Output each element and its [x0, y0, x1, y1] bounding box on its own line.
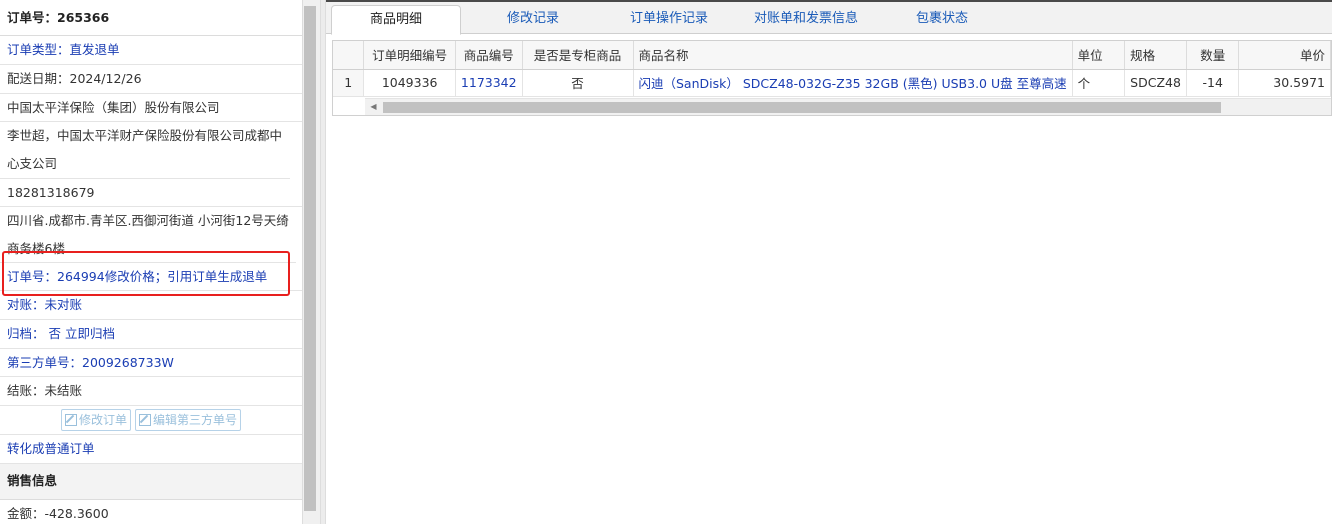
order-number-title: 订单号：265366 — [0, 0, 302, 36]
tab-statement-invoice[interactable]: 对账单和发票信息 — [736, 5, 876, 35]
settle-status: 结账：未结账 — [0, 377, 302, 406]
cell-unit-price: 30.5971 — [1238, 69, 1331, 97]
horizontal-scrollbar[interactable]: ◀ — [365, 98, 1331, 115]
convert-to-normal-order-link[interactable]: 转化成普通订单 — [0, 435, 302, 464]
edit-icon — [138, 414, 151, 426]
table-row[interactable]: 1 1049336 1173342 否 闪迪（SanDisk） SDCZ48-0… — [333, 69, 1331, 97]
cell-quantity: -14 — [1186, 69, 1240, 97]
column-header-detail-id[interactable]: 订单明细编号 — [363, 41, 456, 70]
column-header-spec[interactable]: 规格 — [1124, 41, 1187, 70]
third-party-order-number: 第三方单号：2009268733W — [0, 349, 302, 377]
scroll-left-icon[interactable]: ◀ — [365, 99, 382, 115]
detail-panel: 商品明细 修改记录 订单操作记录 对账单和发票信息 包裹状态 订单明细编号 商品… — [326, 0, 1332, 524]
tab-bar: 商品明细 修改记录 订单操作记录 对账单和发票信息 包裹状态 — [326, 2, 1332, 35]
edit-icon — [64, 414, 77, 426]
reference-order-note: 订单号：264994修改价格；引用订单生成退单 — [0, 263, 302, 291]
column-header-rownum — [333, 41, 365, 70]
cell-product-name-link[interactable]: 闪迪（SanDisk） SDCZ48-032G-Z35 32GB (黑色) US… — [633, 69, 1073, 97]
tab-order-operation-log[interactable]: 订单操作记录 — [604, 5, 734, 35]
column-header-unit-price[interactable]: 单价 — [1238, 41, 1331, 70]
column-header-product-name[interactable]: 商品名称 — [633, 41, 1073, 70]
archive-status[interactable]: 归档： 否 立即归档 — [0, 320, 302, 349]
column-header-quantity[interactable]: 数量 — [1186, 41, 1240, 70]
row-number: 1 — [333, 69, 365, 97]
phone-number: 18281318679 — [0, 179, 302, 207]
product-table: 订单明细编号 商品编号 是否是专柜商品 商品名称 单位 规格 数量 单价 1 1… — [333, 41, 1331, 97]
left-panel-scroll-thumb[interactable] — [304, 6, 316, 511]
delivery-date: 配送日期：2024/12/26 — [0, 65, 302, 94]
cell-counter-product: 否 — [522, 69, 634, 97]
horizontal-scroll-thumb[interactable] — [383, 102, 1221, 113]
contact-info: 李世超，中国太平洋财产保险股份有限公司成都中心支公司 — [0, 122, 290, 179]
product-grid: 订单明细编号 商品编号 是否是专柜商品 商品名称 单位 规格 数量 单价 1 1… — [332, 40, 1332, 116]
column-header-product-id[interactable]: 商品编号 — [455, 41, 523, 70]
edit-third-party-button[interactable]: 编辑第三方单号 — [134, 409, 241, 431]
delivery-address: 四川省.成都市.青羊区.西御河街道 小河街12号天绮商务楼6楼 — [0, 207, 296, 263]
edit-order-button[interactable]: 修改订单 — [60, 409, 131, 431]
order-info-panel: 订单号：265366 订单类型：直发退单 配送日期：2024/12/26 中国太… — [0, 0, 302, 524]
tab-modification-log[interactable]: 修改记录 — [468, 5, 598, 35]
tab-package-status[interactable]: 包裹状态 — [882, 5, 1002, 35]
order-type: 订单类型：直发退单 — [0, 36, 302, 65]
cell-detail-id: 1049336 — [363, 69, 456, 97]
column-header-unit[interactable]: 单位 — [1072, 41, 1126, 70]
table-header-row: 订单明细编号 商品编号 是否是专柜商品 商品名称 单位 规格 数量 单价 — [333, 41, 1331, 70]
cell-spec: SDCZ48 — [1124, 69, 1187, 97]
sales-amount: 金额：-428.3600 — [0, 500, 302, 524]
company-name: 中国太平洋保险（集团）股份有限公司 — [0, 94, 302, 122]
reconcile-status[interactable]: 对账：未对账 — [0, 291, 302, 320]
column-header-counter-product[interactable]: 是否是专柜商品 — [522, 41, 634, 70]
cell-unit: 个 — [1072, 69, 1126, 97]
cell-product-id-link[interactable]: 1173342 — [455, 69, 523, 97]
action-buttons: 修改订单 编辑第三方单号 — [0, 406, 302, 435]
tab-product-details[interactable]: 商品明细 — [331, 5, 461, 35]
sales-info-header: 销售信息 — [0, 464, 302, 500]
